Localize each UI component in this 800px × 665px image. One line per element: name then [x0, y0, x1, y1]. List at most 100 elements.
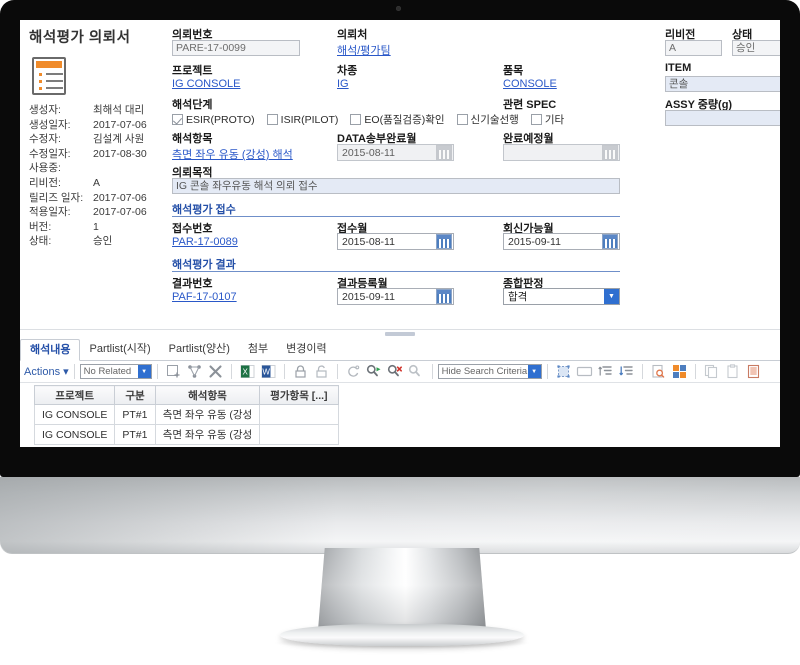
lock-icon[interactable]	[291, 363, 310, 381]
item-link[interactable]: CONSOLE	[503, 78, 557, 90]
table-row[interactable]: IG CONSOLE PT#1 측면 좌우 유동 (강성	[33, 424, 339, 445]
related-spec-label: 관련 SPEC	[503, 99, 557, 111]
add-icon[interactable]	[164, 363, 183, 381]
reply-datefield[interactable]: 2015-09-11	[503, 233, 620, 250]
calendar-icon[interactable]	[602, 234, 618, 249]
column-header-eval-item[interactable]: 평가항목 [...]	[259, 385, 339, 405]
project-link[interactable]: IG CONSOLE	[172, 78, 240, 90]
webcam-icon	[396, 6, 401, 11]
analysis-item-link[interactable]: 측면 좌우 유동 (강성) 해석	[172, 146, 293, 162]
excel-export-icon[interactable]: X	[238, 363, 257, 381]
tab-change-history[interactable]: 변경이력	[277, 339, 335, 361]
paste-icon[interactable]	[723, 363, 742, 381]
tab-attachment[interactable]: 첨부	[239, 339, 277, 361]
status-field[interactable]: 승인	[732, 40, 780, 56]
actions-menu-button[interactable]: Actions ▾	[24, 365, 69, 378]
reception-section-title: 해석평가 접수	[172, 204, 236, 216]
search-run-icon[interactable]	[365, 363, 384, 381]
meta-row: 리비전: A	[29, 176, 176, 191]
toolbar-divider	[546, 364, 548, 379]
cell-analysis-item: 측면 좌우 유동 (강성	[154, 424, 261, 445]
checkbox-isir-pilot[interactable]	[266, 114, 278, 125]
complete-due-datefield[interactable]	[503, 144, 620, 161]
column-header-division[interactable]: 구분	[114, 385, 156, 405]
pane-splitter[interactable]	[20, 329, 780, 339]
monitor-stand-neck	[318, 548, 486, 630]
reception-datefield[interactable]: 2015-08-11	[337, 233, 454, 250]
data-send-done-datefield[interactable]: 2015-08-11	[337, 144, 454, 161]
chevron-down-icon[interactable]: ▼	[527, 365, 541, 378]
refresh-icon[interactable]	[344, 363, 363, 381]
select-all-icon[interactable]	[554, 363, 573, 381]
application-window: 해석평가 의뢰서 생성자: 최해석 대리 생성일자: 2017-07-06 수정…	[20, 20, 780, 447]
verdict-select[interactable]: 합격 ▼	[503, 288, 620, 305]
meta-key: 적용일자:	[29, 206, 71, 219]
reception-section-rule	[172, 216, 620, 217]
client-label: 의뢰처	[337, 29, 368, 41]
chevron-down-icon[interactable]: ▼	[137, 365, 151, 378]
vehicle-link[interactable]: IG	[337, 78, 349, 90]
result-datefield[interactable]: 2015-09-11	[337, 288, 454, 305]
assy-weight-field[interactable]	[665, 110, 780, 126]
result-no-label: 결과번호	[172, 278, 213, 290]
chevron-down-icon[interactable]: ▼	[604, 289, 619, 304]
meta-key: 버전:	[29, 220, 52, 233]
delete-icon[interactable]	[206, 363, 225, 381]
toolbar-divider	[230, 364, 232, 379]
client-link[interactable]: 해석/평가팀	[337, 42, 391, 58]
search-criteria-select[interactable]: Hide Search Criteria ▼	[437, 364, 542, 379]
search-clear-icon[interactable]	[386, 363, 405, 381]
search-disabled-icon[interactable]	[407, 363, 426, 381]
calendar-icon[interactable]	[436, 234, 452, 249]
expand-grid-icon[interactable]	[670, 363, 689, 381]
checkbox-esir-proto[interactable]	[172, 114, 183, 125]
meta-list: 생성자: 최해석 대리 생성일자: 2017-07-06 수정자: 김설계 사원	[29, 103, 176, 249]
calendar-icon[interactable]	[436, 289, 452, 304]
checkbox-label: 신기술선행	[470, 114, 519, 126]
unlock-icon[interactable]	[312, 363, 331, 381]
reception-no-link[interactable]: PAR-17-0089	[172, 236, 238, 248]
tab-partlist-start[interactable]: Partlist(시작)	[80, 339, 159, 361]
revision-field[interactable]: A	[665, 40, 722, 56]
grid-table: 프로젝트 구분 해석항목 평가항목 [...] IG CONSOLE PT#1 …	[33, 385, 339, 445]
cell-analysis-item: 측면 좌우 유동 (강성	[154, 404, 261, 425]
tab-partlist-mass[interactable]: Partlist(양산)	[160, 339, 239, 361]
toolbar-divider	[641, 364, 643, 379]
find-in-page-icon[interactable]	[649, 363, 668, 381]
checkbox-etc[interactable]	[530, 114, 542, 125]
meta-key: 수정일자:	[29, 147, 71, 160]
checkbox-label: ISIR(PILOT)	[280, 113, 339, 126]
result-no-link[interactable]: PAF-17-0107	[172, 291, 237, 303]
clear-selection-icon[interactable]	[575, 363, 594, 381]
word-export-icon[interactable]: W	[259, 363, 278, 381]
splitter-grip[interactable]	[385, 332, 415, 336]
document-meta-panel: 해석평가 의뢰서 생성자: 최해석 대리 생성일자: 2017-07-06 수정…	[26, 20, 176, 249]
grid-toolbar: Actions ▾ No Related ▼ X W Hide Search C…	[20, 361, 780, 383]
search-criteria-value: Hide Search Criteria	[441, 366, 528, 377]
checkbox-eo-quality[interactable]	[350, 114, 362, 125]
copy-icon[interactable]	[702, 363, 721, 381]
analysis-item-label: 해석항목	[172, 133, 213, 145]
meta-key: 사용중:	[29, 162, 61, 175]
report-icon[interactable]	[744, 363, 763, 381]
relation-select[interactable]: No Related ▼	[79, 364, 152, 379]
table-row[interactable]: IG CONSOLE PT#1 측면 좌우 유동 (강성	[33, 404, 339, 425]
reception-no-label: 접수번호	[172, 223, 213, 235]
item-en-field[interactable]: 콘솔	[665, 76, 780, 92]
calendar-icon[interactable]	[602, 145, 618, 160]
meta-row: 수정일자: 2017-08-30	[29, 147, 176, 162]
sort-ascending-icon[interactable]	[596, 363, 615, 381]
column-header-project[interactable]: 프로젝트	[33, 385, 116, 405]
date-text: 2015-09-11	[508, 235, 561, 248]
tab-analysis-content[interactable]: 해석내용	[20, 339, 81, 361]
item-en-label: ITEM	[665, 62, 692, 74]
grid-header-row: 프로젝트 구분 해석항목 평가항목 [...]	[33, 385, 339, 405]
request-no-field[interactable]: PARE-17-0099	[172, 40, 300, 56]
calendar-icon[interactable]	[436, 145, 452, 160]
relations-icon[interactable]	[185, 363, 204, 381]
meta-row: 릴리즈 일자: 2017-07-06	[29, 191, 176, 206]
checkbox-new-tech[interactable]	[456, 114, 468, 125]
sort-descending-icon[interactable]	[617, 363, 636, 381]
column-header-analysis-item[interactable]: 해석항목	[154, 385, 261, 405]
purpose-field[interactable]: IG 콘솔 좌우유동 해석 의뢰 접수	[172, 178, 620, 194]
